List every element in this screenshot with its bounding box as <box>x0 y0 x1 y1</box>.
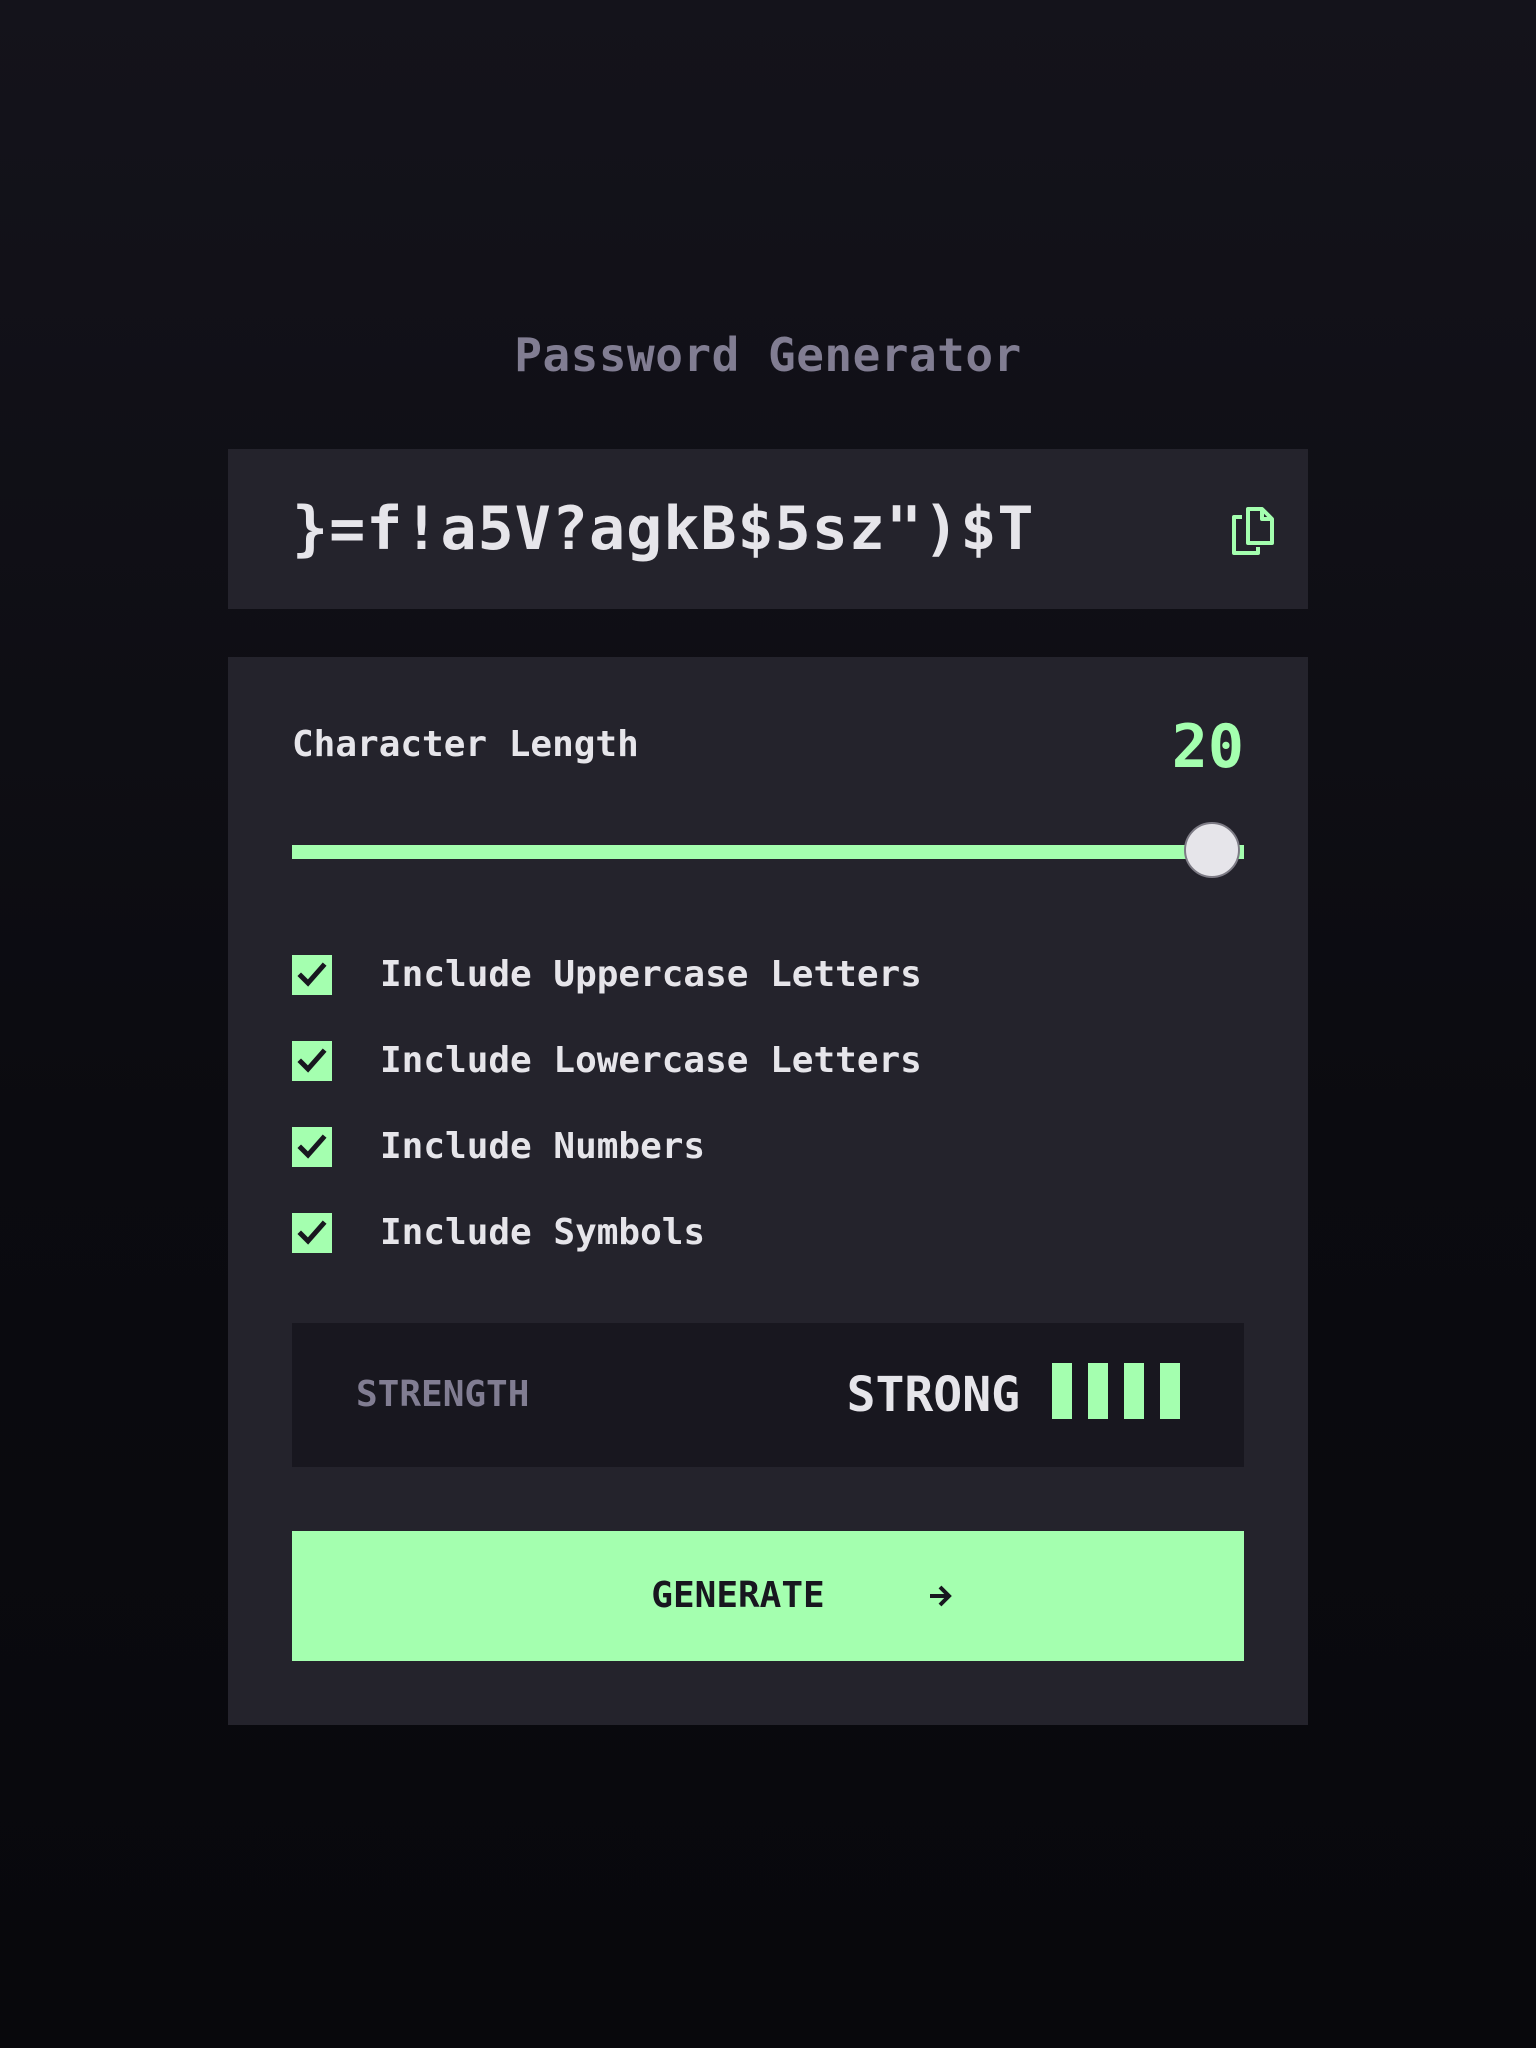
numbers-label: Include Numbers <box>380 1126 706 1167</box>
generate-label: GENERATE <box>651 1575 825 1616</box>
options-list: Include Uppercase Letters Include Lowerc… <box>292 954 1244 1299</box>
arrow-right-icon <box>930 1585 952 1607</box>
slider-thumb[interactable] <box>1184 822 1240 878</box>
strength-bar <box>1160 1363 1180 1419</box>
symbols-label: Include Symbols <box>380 1212 706 1253</box>
numbers-checkbox[interactable] <box>292 1127 332 1167</box>
checkmark-icon <box>297 1220 327 1245</box>
copy-icon <box>1232 507 1274 555</box>
option-uppercase[interactable]: Include Uppercase Letters <box>292 954 1244 995</box>
checkmark-icon <box>297 962 327 987</box>
symbols-checkbox[interactable] <box>292 1213 332 1253</box>
slider-fill <box>292 845 1244 859</box>
copy-button[interactable] <box>1228 505 1276 557</box>
strength-value: STRONG <box>846 1367 1020 1423</box>
slider-track <box>292 845 1244 859</box>
password-output-panel: }=f!a5V?agkB$5sz")$T <box>228 449 1308 609</box>
uppercase-checkbox[interactable] <box>292 955 332 995</box>
option-symbols[interactable]: Include Symbols <box>292 1212 1244 1253</box>
generate-button[interactable]: GENERATE <box>292 1531 1244 1661</box>
strength-bar <box>1124 1363 1144 1419</box>
checkmark-icon <box>297 1048 327 1073</box>
lowercase-checkbox[interactable] <box>292 1041 332 1081</box>
lowercase-label: Include Lowercase Letters <box>380 1040 922 1081</box>
checkmark-icon <box>297 1134 327 1159</box>
page-title: Password Generator <box>514 328 1022 382</box>
password-output: }=f!a5V?agkB$5sz")$T <box>292 494 1035 564</box>
character-length-value: 20 <box>1171 712 1244 782</box>
strength-meter: STRENGTH STRONG <box>292 1323 1244 1467</box>
strength-bar <box>1052 1363 1072 1419</box>
option-lowercase[interactable]: Include Lowercase Letters <box>292 1040 1244 1081</box>
settings-panel: Character Length 20 Include Uppercase Le… <box>228 657 1308 1725</box>
character-length-label: Character Length <box>292 724 639 765</box>
character-length-slider[interactable] <box>292 821 1244 881</box>
strength-bar <box>1088 1363 1108 1419</box>
option-numbers[interactable]: Include Numbers <box>292 1126 1244 1167</box>
strength-label: STRENGTH <box>356 1374 530 1415</box>
uppercase-label: Include Uppercase Letters <box>380 954 922 995</box>
strength-bars <box>1052 1363 1184 1419</box>
